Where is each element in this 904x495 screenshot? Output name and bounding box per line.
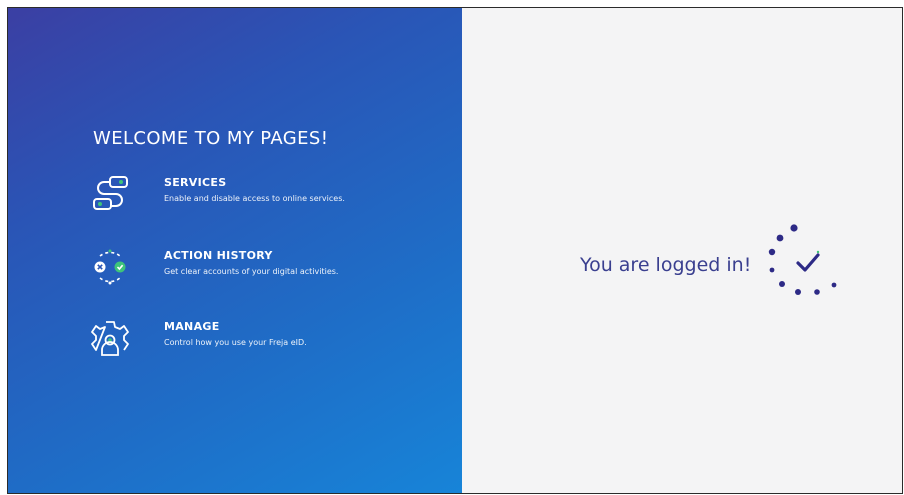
feature-action-history: ACTION HISTORY Get clear accounts of you…	[86, 243, 338, 291]
manage-icon	[91, 321, 129, 356]
welcome-title: WELCOME TO MY PAGES!	[93, 128, 329, 149]
feature-title: SERVICES	[164, 176, 227, 189]
check-spinner-icon	[768, 224, 837, 295]
welcome-panel: WELCOME TO MY PAGES! SERVICES Enable and…	[8, 8, 462, 493]
feature-title: ACTION HISTORY	[164, 249, 273, 262]
feature-text: ACTION HISTORY Get clear accounts of you…	[164, 243, 338, 276]
feature-manage: MANAGE Control how you use your Freja eI…	[86, 314, 307, 362]
services-icon	[93, 176, 128, 210]
feature-description: Control how you use your Freja eID.	[164, 338, 307, 347]
action-history-icon	[94, 249, 126, 285]
logged-in-message: You are logged in!	[580, 254, 752, 276]
feature-text: SERVICES Enable and disable access to on…	[164, 170, 345, 203]
app-frame: WELCOME TO MY PAGES! SERVICES Enable and…	[7, 7, 903, 494]
feature-services: SERVICES Enable and disable access to on…	[86, 170, 345, 218]
feature-description: Get clear accounts of your digital activ…	[164, 267, 339, 276]
feature-title: MANAGE	[164, 320, 220, 333]
feature-description: Enable and disable access to online serv…	[164, 194, 345, 203]
feature-text: MANAGE Control how you use your Freja eI…	[164, 314, 307, 347]
status-panel: You are logged in!	[462, 8, 902, 493]
